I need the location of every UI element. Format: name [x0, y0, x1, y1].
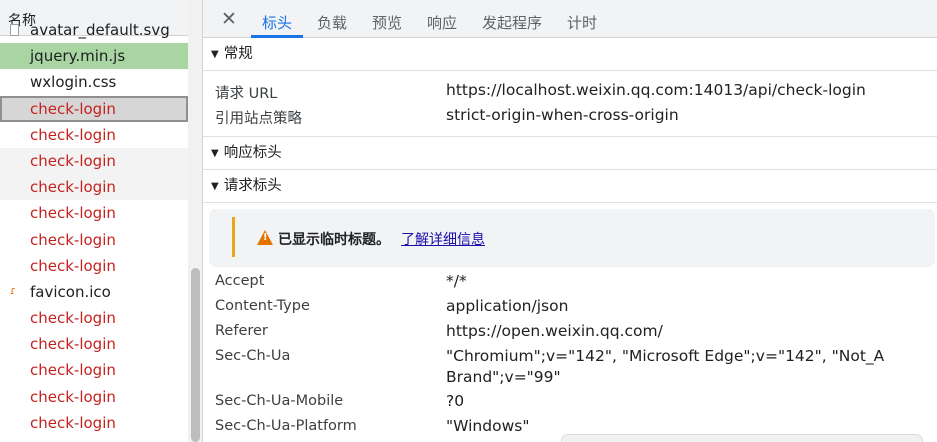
header-key-accept: Accept [215, 273, 265, 289]
request-name: favicon.ico [30, 282, 111, 301]
request-url-key: 请求 URL [215, 86, 278, 102]
triangle-down-icon: ▼ [211, 181, 219, 192]
request-row[interactable]: check-login [0, 95, 188, 122]
request-row[interactable]: check-login [0, 305, 188, 331]
request-name: check-login [30, 178, 116, 197]
details-panel: ✕ 标头 负载 预览 响应 发起程序 计时 ▼ 常规 请求 URL https:/… [203, 0, 937, 442]
request-name: avatar_default.svg [30, 21, 170, 39]
request-name: check-login [30, 256, 116, 275]
header-key-content-type: Content-Type [215, 298, 310, 314]
header-value-referer: https://open.weixin.qq.com/ [446, 322, 663, 340]
general-title: 常规 [223, 46, 253, 62]
ico-file-icon: ɾ [10, 283, 16, 297]
tab-response[interactable]: 响应 [427, 12, 457, 33]
header-value-sec-ch-ua: "Chromium";v="142", "Microsoft Edge";v="… [446, 347, 885, 365]
request-name: check-login [30, 361, 116, 380]
request-row[interactable]: check-login [0, 174, 188, 201]
warning-text: 已显示临时标题。 [278, 232, 390, 248]
close-icon[interactable]: ✕ [219, 9, 239, 29]
tab-payload[interactable]: 负载 [317, 12, 347, 33]
warning-icon: ! [257, 230, 273, 245]
tab-bar: ✕ 标头 负载 预览 响应 发起程序 计时 [203, 0, 937, 38]
header-key-sec-ch-ua-platform: Sec-Ch-Ua-Platform [215, 418, 357, 434]
header-key-referer: Referer [215, 323, 268, 339]
request-row[interactable]: avatar_default.svg [0, 17, 188, 43]
request-row[interactable]: check-login [0, 253, 188, 279]
request-row[interactable]: check-login [0, 331, 188, 357]
request-name: check-login [30, 151, 116, 170]
request-name: check-login [30, 204, 116, 223]
request-row[interactable]: check-login [0, 384, 188, 410]
tab-preview[interactable]: 预览 [372, 12, 402, 33]
header-value-sec-ch-ua-platform: "Windows" [446, 417, 530, 435]
triangle-down-icon: ▼ [211, 148, 219, 159]
request-url-value: https://localhost.weixin.qq.com:14013/ap… [446, 81, 866, 99]
request-name: check-login [30, 387, 116, 406]
request-row[interactable]: jquery.min.js [0, 43, 188, 70]
request-name: wxlogin.css [30, 73, 117, 92]
request-row[interactable]: check-login [0, 357, 188, 383]
response-headers-section-header[interactable]: ▼ 响应标头 [203, 137, 937, 170]
request-row[interactable]: check-login [0, 122, 188, 148]
request-name: check-login [30, 309, 116, 328]
referrer-policy-key: 引用站点策略 [215, 111, 302, 127]
request-name: check-login [30, 413, 116, 432]
request-row[interactable]: check-login [0, 227, 188, 253]
learn-more-link[interactable]: 了解详细信息 [401, 229, 485, 249]
tab-initiator[interactable]: 发起程序 [482, 12, 542, 33]
response-headers-title: 响应标头 [223, 145, 282, 161]
request-list-panel: 名称 avatar_default.svg jquery.min.js wxlogi… [0, 0, 203, 442]
referrer-policy-value: strict-origin-when-cross-origin [446, 106, 679, 124]
header-key-sec-ch-ua-mobile: Sec-Ch-Ua-Mobile [215, 393, 344, 409]
triangle-down-icon: ▼ [211, 49, 219, 60]
request-list: avatar_default.svg jquery.min.js wxlogin.c… [0, 21, 188, 436]
header-value-sec-ch-ua-mobile: ?0 [446, 392, 465, 410]
general-section-header[interactable]: ▼ 常规 [203, 38, 937, 71]
request-headers-title: 请求标头 [223, 178, 282, 194]
header-value-sec-ch-ua-cont: Brand";v="99" [446, 368, 561, 386]
request-row[interactable]: check-login [0, 147, 188, 175]
request-name: check-login [30, 230, 116, 249]
scrollbar-thumb[interactable] [191, 268, 200, 442]
request-name: jquery.min.js [30, 47, 126, 66]
header-value-accept: */* [446, 272, 467, 290]
request-row[interactable]: ɾ favicon.ico [0, 279, 188, 305]
request-name: check-login [30, 335, 116, 354]
request-name: check-login [30, 99, 116, 118]
svg-file-icon [10, 24, 19, 36]
header-value-content-type: application/json [446, 297, 569, 315]
request-row[interactable]: check-login [0, 410, 188, 436]
request-row[interactable]: check-login [0, 200, 188, 226]
tab-headers[interactable]: 标头 [262, 12, 292, 33]
horizontal-scrollbar[interactable] [561, 434, 923, 442]
tab-timing[interactable]: 计时 [567, 12, 597, 33]
request-name: check-login [30, 125, 116, 144]
warning-accent-bar [232, 217, 235, 257]
request-row[interactable]: wxlogin.css [0, 69, 188, 95]
header-key-sec-ch-ua: Sec-Ch-Ua [215, 348, 291, 364]
provisional-headers-warning: ! 已显示临时标题。 了解详细信息 [209, 209, 935, 267]
request-headers-section-header[interactable]: ▼ 请求标头 [203, 170, 937, 203]
